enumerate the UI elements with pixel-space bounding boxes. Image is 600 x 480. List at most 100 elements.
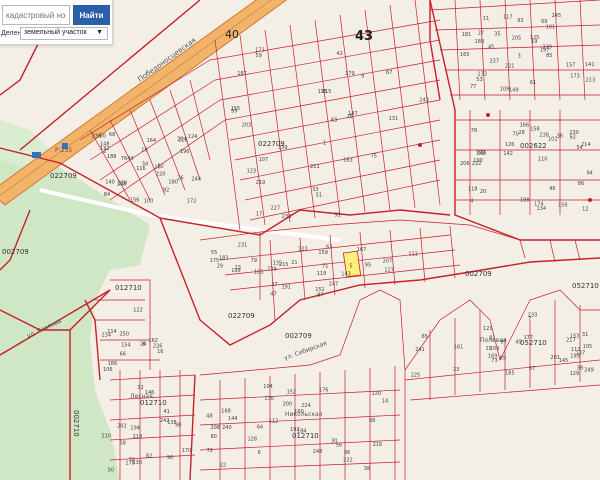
parcel-number: 12	[582, 206, 588, 212]
parcel-number: 9	[361, 73, 364, 79]
parcel-number: 110	[538, 156, 548, 162]
parcel-number: 88	[369, 418, 375, 424]
building-marker-icon-2	[418, 143, 422, 147]
parcel-number: 216	[373, 442, 383, 448]
parcel-number: 31	[582, 332, 588, 338]
parcel-number: 226	[153, 343, 163, 349]
parcel-number: 219	[256, 180, 266, 186]
building-marker-icon-3	[588, 198, 592, 202]
parcel-number: 18	[141, 148, 147, 154]
parcel-number: 65	[422, 334, 428, 340]
parcel-number: 191	[282, 285, 292, 291]
parcel-number: 147	[348, 111, 358, 117]
parcel-number: 199	[231, 268, 241, 274]
parcel-number: 242	[160, 418, 170, 424]
parcel-number: 245	[552, 13, 562, 19]
parcel-number: 215	[279, 262, 289, 268]
parcel-number: 150	[558, 202, 568, 208]
parcel-number: 210	[101, 433, 111, 439]
parcel-number: 97	[500, 340, 506, 346]
parcel-number: 169	[488, 354, 498, 360]
search-button[interactable]: Найти	[73, 5, 110, 25]
parcel-number: 6	[258, 450, 261, 456]
parcel-number: 234	[102, 333, 112, 339]
parcel-number: 41	[164, 409, 170, 415]
parcel-number: 206	[460, 161, 470, 167]
parcel-number: 172	[187, 199, 197, 205]
parcel-number: 244	[192, 177, 202, 183]
parcel-number: 133	[477, 71, 487, 77]
parcel-number: 213	[586, 78, 596, 84]
cadastral-map[interactable]: 40 43 022709 002709 002709 022709 022709…	[0, 0, 600, 480]
parcel-number: 117	[503, 14, 513, 20]
quarter-label-40: 40	[225, 28, 239, 41]
parcel-number: 94	[587, 170, 593, 176]
district-label-10: 002710	[72, 410, 80, 437]
parcel-number: 126	[505, 142, 515, 148]
parcel-number: 223	[298, 247, 308, 253]
parcel-number: 146	[145, 390, 155, 396]
parcel-number: 26	[177, 176, 183, 182]
parcel-number: 156	[130, 198, 140, 204]
parcel-number: 107	[259, 157, 269, 163]
parcel-number: 102	[548, 137, 558, 143]
parcel-number: 37	[271, 282, 277, 288]
parcel-number: 78	[471, 128, 477, 134]
parcel-number: 92	[163, 188, 169, 194]
quarter-label-43: 43	[355, 29, 373, 44]
parcel-number: 248	[313, 449, 323, 455]
parcel-number: 139	[278, 145, 288, 151]
parcel-number: 28	[519, 130, 525, 136]
parcel-number: 214	[581, 142, 591, 148]
search-panel: Найти Деление: земельный участок ▼	[0, 0, 113, 45]
parcel-number: 140	[105, 180, 115, 186]
parcel-number: 208	[210, 425, 220, 431]
parcel-number: 80	[211, 434, 217, 440]
parcel-number: 67	[386, 70, 392, 76]
parcel-number: 105	[583, 344, 593, 350]
layer-select[interactable]: земельный участок ▼	[20, 27, 108, 40]
parcel-number: 175	[210, 258, 220, 264]
parcel-number: 231	[238, 243, 248, 249]
parcel-number: 119	[317, 271, 327, 277]
parcel-number: 155	[231, 106, 241, 112]
parcel-number: 14	[382, 399, 388, 405]
parcel-number: 90	[167, 455, 173, 461]
parcel-number: 194	[130, 426, 140, 432]
parcel-number: 159	[318, 250, 328, 256]
parcel-number: 143	[341, 272, 351, 278]
parcel-number: 20	[480, 189, 486, 195]
parcel-number: 72	[207, 448, 213, 454]
parcel-number: 237	[490, 58, 500, 64]
parcel-number: 180	[168, 179, 178, 185]
parcel-number: 58	[120, 441, 126, 447]
parcel-number: 53	[476, 77, 482, 83]
parcel-number: 85	[546, 53, 552, 59]
district-label-3: 002709	[285, 332, 312, 340]
parcel-number: 228	[118, 180, 128, 186]
parcel-number: 193	[570, 354, 580, 360]
parcel-number: 167	[357, 247, 367, 253]
cadastral-search-input[interactable]	[2, 5, 70, 25]
parcel-number: 154	[121, 343, 131, 349]
parcel-number: 52	[158, 163, 164, 169]
parcel-number: 128	[248, 437, 258, 443]
parcel-number: 157	[566, 62, 576, 68]
parcel-number: 241	[415, 347, 425, 353]
parcel-number: 176	[319, 388, 329, 394]
parcel-number: 5	[349, 263, 352, 269]
parcel-number: 218	[133, 434, 143, 440]
parcel-number: 141	[585, 62, 595, 68]
parcel-number: 123	[247, 169, 257, 175]
district-label-11: 052710	[572, 282, 599, 290]
parcel-number: 1	[323, 141, 326, 147]
parcel-number: 76	[121, 156, 127, 162]
parcel-number: 160	[294, 409, 304, 415]
parcel-number: 142	[503, 151, 513, 157]
parcel-number: 84	[104, 192, 110, 198]
parcel-number: 100	[144, 198, 154, 204]
parcel-number: 229	[542, 45, 552, 51]
parcel-number: 116	[136, 166, 146, 172]
parcel-number: 220	[156, 172, 166, 178]
parcel-number: 22	[220, 463, 226, 469]
